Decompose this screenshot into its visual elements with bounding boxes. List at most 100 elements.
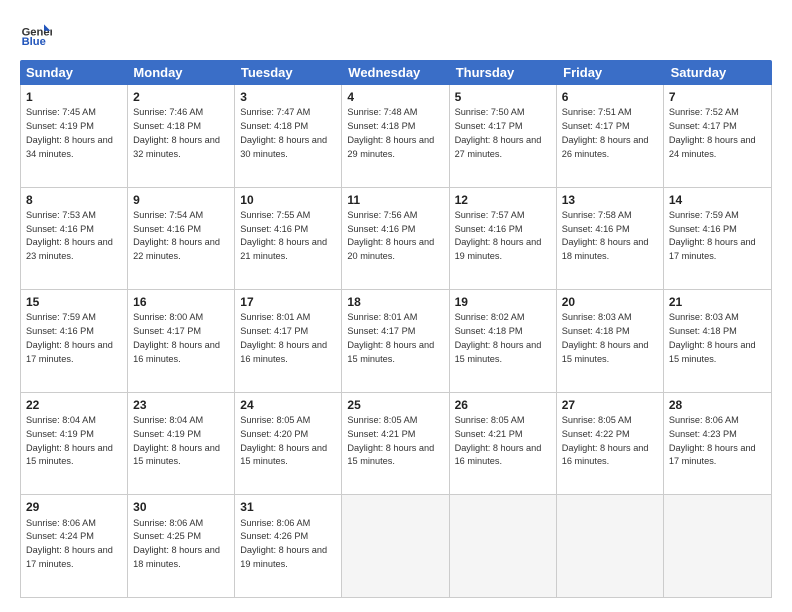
cell-details: Sunrise: 7:57 AMSunset: 4:16 PMDaylight:…: [455, 210, 542, 261]
cell-details: Sunrise: 7:50 AMSunset: 4:17 PMDaylight:…: [455, 107, 542, 158]
day-number: 20: [562, 294, 658, 310]
day-number: 29: [26, 499, 122, 515]
header: General Blue: [20, 18, 772, 50]
page: General Blue SundayMondayTuesdayWednesda…: [0, 0, 792, 612]
cell-details: Sunrise: 7:51 AMSunset: 4:17 PMDaylight:…: [562, 107, 649, 158]
cell-details: Sunrise: 8:06 AMSunset: 4:24 PMDaylight:…: [26, 518, 113, 569]
day-number: 22: [26, 397, 122, 413]
day-number: 28: [669, 397, 766, 413]
day-number: 7: [669, 89, 766, 105]
cell-details: Sunrise: 8:01 AMSunset: 4:17 PMDaylight:…: [347, 312, 434, 363]
day-cell-13: 13 Sunrise: 7:58 AMSunset: 4:16 PMDayligh…: [557, 188, 664, 290]
day-cell-22: 22 Sunrise: 8:04 AMSunset: 4:19 PMDayligh…: [21, 393, 128, 495]
day-number: 30: [133, 499, 229, 515]
empty-cell: [557, 495, 664, 597]
day-number: 11: [347, 192, 443, 208]
day-number: 8: [26, 192, 122, 208]
calendar-body: 1 Sunrise: 7:45 AMSunset: 4:19 PMDaylight…: [20, 85, 772, 598]
day-header-friday: Friday: [557, 60, 664, 85]
day-number: 13: [562, 192, 658, 208]
cell-details: Sunrise: 8:01 AMSunset: 4:17 PMDaylight:…: [240, 312, 327, 363]
cell-details: Sunrise: 8:02 AMSunset: 4:18 PMDaylight:…: [455, 312, 542, 363]
day-cell-14: 14Sunrise: 7:59 AMSunset: 4:16 PMDayligh…: [664, 188, 771, 290]
day-header-sunday: Sunday: [20, 60, 127, 85]
day-number: 26: [455, 397, 551, 413]
cell-details: Sunrise: 7:58 AMSunset: 4:16 PMDaylight:…: [562, 210, 649, 261]
cell-details: Sunrise: 7:55 AMSunset: 4:16 PMDaylight:…: [240, 210, 327, 261]
day-number: 16: [133, 294, 229, 310]
day-cell-17: 17Sunrise: 8:01 AMSunset: 4:17 PMDayligh…: [235, 290, 342, 392]
day-number: 2: [133, 89, 229, 105]
day-cell-31: 31 Sunrise: 8:06 AMSunset: 4:26 PMDayligh…: [235, 495, 342, 597]
logo: General Blue: [20, 18, 52, 50]
day-header-thursday: Thursday: [450, 60, 557, 85]
day-number: 9: [133, 192, 229, 208]
day-cell-7: 7 Sunrise: 7:52 AMSunset: 4:17 PMDaylight…: [664, 85, 771, 187]
cell-details: Sunrise: 7:53 AMSunset: 4:16 PMDaylight:…: [26, 210, 113, 261]
cell-details: Sunrise: 8:06 AMSunset: 4:23 PMDaylight:…: [669, 415, 756, 466]
day-cell-27: 27 Sunrise: 8:05 AMSunset: 4:22 PMDayligh…: [557, 393, 664, 495]
day-cell-29: 29 Sunrise: 8:06 AMSunset: 4:24 PMDayligh…: [21, 495, 128, 597]
day-cell-2: 2 Sunrise: 7:46 AMSunset: 4:18 PMDaylight…: [128, 85, 235, 187]
cell-details: Sunrise: 7:52 AMSunset: 4:17 PMDaylight:…: [669, 107, 756, 158]
cell-details: Sunrise: 8:03 AMSunset: 4:18 PMDaylight:…: [669, 312, 756, 363]
day-header-saturday: Saturday: [665, 60, 772, 85]
day-number: 1: [26, 89, 122, 105]
cell-details: Sunrise: 8:05 AMSunset: 4:21 PMDaylight:…: [455, 415, 542, 466]
day-cell-8: 8 Sunrise: 7:53 AMSunset: 4:16 PMDaylight…: [21, 188, 128, 290]
day-number: 21: [669, 294, 766, 310]
day-number: 12: [455, 192, 551, 208]
day-cell-24: 24 Sunrise: 8:05 AMSunset: 4:20 PMDayligh…: [235, 393, 342, 495]
day-cell-28: 28 Sunrise: 8:06 AMSunset: 4:23 PMDayligh…: [664, 393, 771, 495]
cell-details: Sunrise: 8:05 AMSunset: 4:20 PMDaylight:…: [240, 415, 327, 466]
svg-text:Blue: Blue: [22, 36, 46, 48]
day-number: 27: [562, 397, 658, 413]
day-number: 3: [240, 89, 336, 105]
day-cell-5: 5 Sunrise: 7:50 AMSunset: 4:17 PMDaylight…: [450, 85, 557, 187]
cell-details: Sunrise: 7:54 AMSunset: 4:16 PMDaylight:…: [133, 210, 220, 261]
cell-details: Sunrise: 8:05 AMSunset: 4:22 PMDaylight:…: [562, 415, 649, 466]
day-number: 24: [240, 397, 336, 413]
cell-details: Sunrise: 8:04 AMSunset: 4:19 PMDaylight:…: [26, 415, 113, 466]
day-cell-11: 11Sunrise: 7:56 AMSunset: 4:16 PMDayligh…: [342, 188, 449, 290]
cell-details: Sunrise: 7:47 AMSunset: 4:18 PMDaylight:…: [240, 107, 327, 158]
calendar-week-5: 29 Sunrise: 8:06 AMSunset: 4:24 PMDayligh…: [21, 495, 771, 597]
logo-icon: General Blue: [20, 18, 52, 50]
calendar-week-1: 1 Sunrise: 7:45 AMSunset: 4:19 PMDaylight…: [21, 85, 771, 188]
calendar-week-2: 8 Sunrise: 7:53 AMSunset: 4:16 PMDaylight…: [21, 188, 771, 291]
day-number: 31: [240, 499, 336, 515]
day-cell-9: 9 Sunrise: 7:54 AMSunset: 4:16 PMDaylight…: [128, 188, 235, 290]
empty-cell: [664, 495, 771, 597]
day-number: 18: [347, 294, 443, 310]
cell-details: Sunrise: 7:45 AMSunset: 4:19 PMDaylight:…: [26, 107, 113, 158]
day-number: 14: [669, 192, 766, 208]
day-number: 23: [133, 397, 229, 413]
day-cell-26: 26 Sunrise: 8:05 AMSunset: 4:21 PMDayligh…: [450, 393, 557, 495]
empty-cell: [342, 495, 449, 597]
day-cell-15: 15 Sunrise: 7:59 AMSunset: 4:16 PMDayligh…: [21, 290, 128, 392]
cell-details: Sunrise: 8:06 AMSunset: 4:26 PMDaylight:…: [240, 518, 327, 569]
day-cell-21: 21 Sunrise: 8:03 AMSunset: 4:18 PMDayligh…: [664, 290, 771, 392]
day-header-tuesday: Tuesday: [235, 60, 342, 85]
cell-details: Sunrise: 7:59 AMSunset: 4:16 PMDaylight:…: [26, 312, 113, 363]
day-number: 4: [347, 89, 443, 105]
day-cell-18: 18 Sunrise: 8:01 AMSunset: 4:17 PMDayligh…: [342, 290, 449, 392]
calendar-week-4: 22 Sunrise: 8:04 AMSunset: 4:19 PMDayligh…: [21, 393, 771, 496]
day-cell-25: 25Sunrise: 8:05 AMSunset: 4:21 PMDayligh…: [342, 393, 449, 495]
cell-details: Sunrise: 7:48 AMSunset: 4:18 PMDaylight:…: [347, 107, 434, 158]
cell-details: Sunrise: 7:46 AMSunset: 4:18 PMDaylight:…: [133, 107, 220, 158]
day-number: 19: [455, 294, 551, 310]
day-number: 15: [26, 294, 122, 310]
day-number: 6: [562, 89, 658, 105]
cell-details: Sunrise: 8:03 AMSunset: 4:18 PMDaylight:…: [562, 312, 649, 363]
day-cell-23: 23 Sunrise: 8:04 AMSunset: 4:19 PMDayligh…: [128, 393, 235, 495]
calendar-header: SundayMondayTuesdayWednesdayThursdayFrid…: [20, 60, 772, 85]
day-header-wednesday: Wednesday: [342, 60, 449, 85]
calendar-week-3: 15 Sunrise: 7:59 AMSunset: 4:16 PMDayligh…: [21, 290, 771, 393]
empty-cell: [450, 495, 557, 597]
day-number: 25: [347, 397, 443, 413]
day-cell-12: 12 Sunrise: 7:57 AMSunset: 4:16 PMDayligh…: [450, 188, 557, 290]
day-number: 5: [455, 89, 551, 105]
day-cell-19: 19 Sunrise: 8:02 AMSunset: 4:18 PMDayligh…: [450, 290, 557, 392]
cell-details: Sunrise: 8:04 AMSunset: 4:19 PMDaylight:…: [133, 415, 220, 466]
